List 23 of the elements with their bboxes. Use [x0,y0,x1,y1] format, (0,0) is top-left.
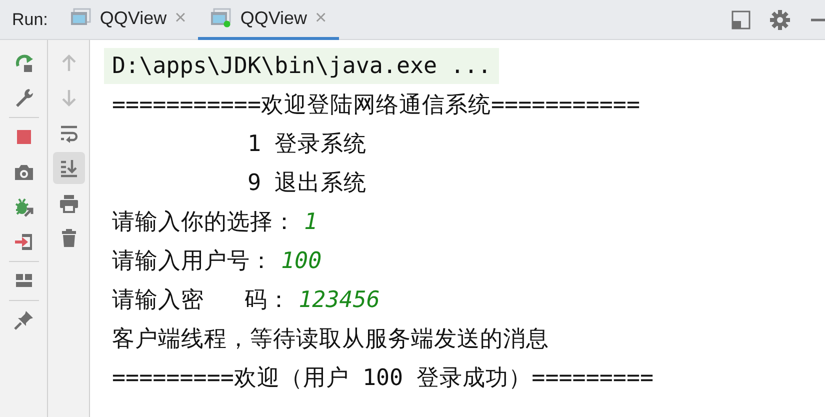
console-text: 1 登录系统 [246,130,368,158]
run-tab[interactable]: QQView × [198,0,339,40]
printer-icon[interactable] [58,192,80,214]
console-text: 客户端线程，等待读取从服务端发送的消息 [111,324,550,354]
window-icon [70,8,92,28]
toggle-button[interactable] [52,152,84,184]
run-tab[interactable]: QQView × [58,0,198,40]
console-text: =========欢迎（用户 100 登录成功）========= [111,364,655,392]
layout-icon[interactable] [731,10,751,30]
user-input-text: 123456 [298,286,381,314]
user-input-text: 1 [304,208,319,236]
user-input-text: 100 [281,246,323,276]
window-icon [210,8,232,28]
bug-icon[interactable] [12,196,34,218]
console-text: 请输入你的选择： [111,208,297,236]
console-text: 请输入密 码： [111,286,292,314]
console-text: 9 退出系统 [246,168,368,198]
run-label: Run: [11,8,49,31]
pin-icon[interactable] [12,309,34,331]
exit-icon[interactable] [12,231,34,253]
console-text: 请输入用户号： [111,246,274,276]
settings-icon[interactable] [769,8,791,30]
console-text: ===========欢迎登陆网络通信系统=========== [111,90,642,120]
